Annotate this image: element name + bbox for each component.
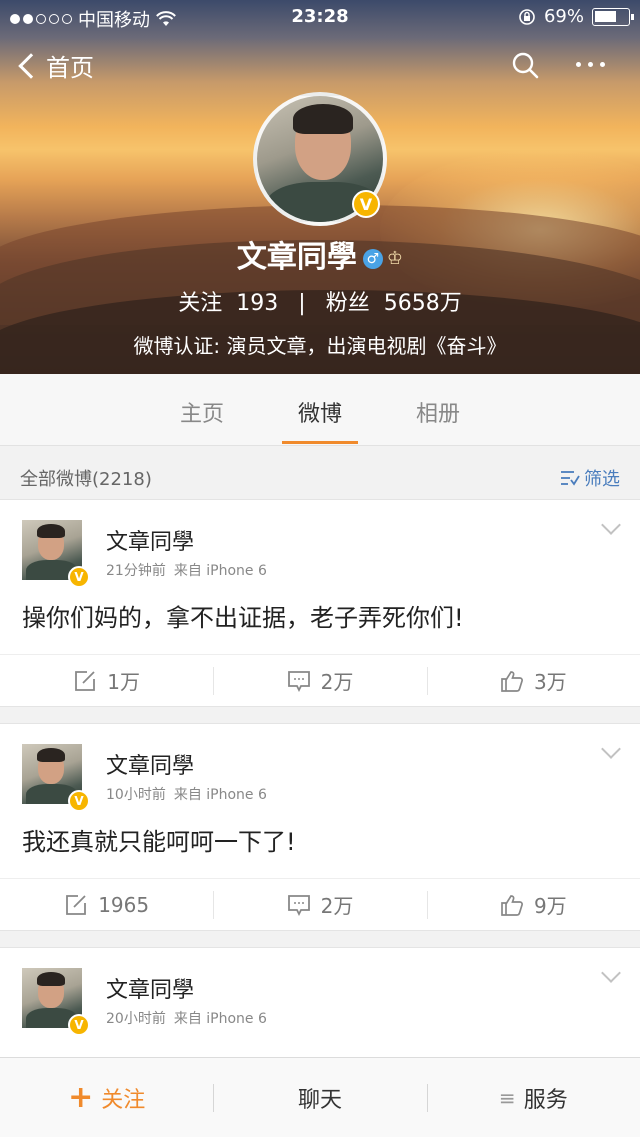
post-time: 21分钟前 (106, 563, 166, 579)
profile-name: 文章同學 (236, 240, 357, 275)
repost-button[interactable]: 1万 (0, 655, 213, 706)
filter-button[interactable]: 筛选 (560, 465, 620, 491)
weibo-post[interactable]: V 文章同學 10小时前 来自 iPhone 6 我还真就只能呵呵一下了! 196… (0, 723, 640, 931)
verified-badge-icon: V (68, 1014, 90, 1036)
post-source: 来自 iPhone 6 (173, 563, 267, 579)
chevron-down-icon[interactable] (601, 963, 621, 983)
battery-percent: 69% (543, 6, 584, 27)
orientation-lock-icon (519, 8, 535, 25)
back-button[interactable]: 首页 (16, 48, 94, 83)
tab-album[interactable]: 相册 (398, 396, 478, 428)
repost-button[interactable]: 1965 (0, 879, 213, 930)
comment-icon (287, 894, 310, 916)
post-actions: 1965 2万 9万 (0, 878, 640, 930)
post-source: 来自 iPhone 6 (173, 1011, 267, 1027)
plus-icon: + (68, 1080, 94, 1115)
post-author[interactable]: 文章同學 (106, 972, 194, 1004)
post-count: 全部微博(2218) (20, 469, 152, 490)
thumbs-up-icon (501, 670, 523, 692)
verified-badge-icon: V (68, 790, 90, 812)
like-button[interactable]: 9万 (426, 879, 640, 930)
service-button[interactable]: ≡ 服务 (426, 1058, 640, 1137)
status-bar: 中国移动 23:28 69% (0, 0, 640, 34)
chevron-left-icon (18, 52, 44, 79)
comment-button[interactable]: 2万 (213, 879, 426, 930)
verified-badge-icon: V (68, 566, 90, 588)
chevron-down-icon[interactable] (601, 515, 621, 535)
active-tab-indicator (282, 441, 358, 444)
post-content: 操你们妈的，拿不出证据，老子弄死你们! (22, 604, 464, 632)
comment-button[interactable]: 2万 (213, 655, 426, 706)
filter-icon (561, 471, 580, 486)
tab-home[interactable]: 主页 (162, 396, 242, 428)
post-author[interactable]: 文章同學 (106, 748, 194, 780)
post-actions: 1万 2万 3万 (0, 654, 640, 706)
back-label: 首页 (46, 54, 94, 82)
menu-icon: ≡ (498, 1085, 516, 1110)
post-time: 20小时前 (106, 1011, 166, 1027)
repost-icon (66, 894, 87, 915)
profile-stats: 关注 193 | 粉丝 5658万 (0, 285, 640, 317)
top-navigation: 首页 (0, 44, 640, 90)
profile-name-row: 文章同學 ♂ ♔ (0, 232, 640, 276)
follow-stat[interactable]: 关注 193 (178, 291, 278, 316)
search-icon[interactable] (510, 50, 540, 80)
filter-bar: 全部微博(2218) 筛选 (0, 447, 640, 499)
verification-text: 微博认证: 演员文章，出演电视剧《奋斗》 (133, 334, 507, 358)
weibo-post[interactable]: V 文章同學 21分钟前 来自 iPhone 6 操你们妈的，拿不出证据，老子弄死… (0, 499, 640, 707)
more-icon[interactable] (576, 62, 605, 67)
comment-icon (287, 670, 310, 692)
post-time: 10小时前 (106, 787, 166, 803)
crown-icon: ♔ (386, 248, 404, 269)
post-meta: 21分钟前 来自 iPhone 6 (106, 560, 267, 580)
profile-tabs: 主页 微博 相册 (0, 374, 640, 446)
chat-button[interactable]: 聊天 (213, 1058, 426, 1137)
post-source: 来自 iPhone 6 (173, 787, 267, 803)
repost-icon (75, 670, 96, 691)
post-author[interactable]: 文章同學 (106, 524, 194, 556)
like-button[interactable]: 3万 (426, 655, 640, 706)
post-content: 我还真就只能呵呵一下了! (22, 828, 296, 856)
divider: | (298, 291, 306, 316)
thumbs-up-icon (501, 894, 523, 916)
verified-badge-icon: V (352, 190, 380, 218)
fans-stat[interactable]: 粉丝 5658万 (326, 291, 462, 316)
post-meta: 10小时前 来自 iPhone 6 (106, 784, 267, 804)
bottom-action-bar: + 关注 聊天 ≡ 服务 (0, 1057, 640, 1137)
male-icon: ♂ (362, 248, 383, 269)
chevron-down-icon[interactable] (601, 739, 621, 759)
battery-icon (592, 7, 634, 26)
follow-button[interactable]: + 关注 (0, 1058, 213, 1137)
post-meta: 20小时前 来自 iPhone 6 (106, 1008, 267, 1028)
weibo-post[interactable]: V 文章同學 20小时前来自 iPhone 6 响应#2015ONE NIGHT… (0, 947, 640, 1067)
tab-weibo[interactable]: 微博 (280, 396, 360, 428)
